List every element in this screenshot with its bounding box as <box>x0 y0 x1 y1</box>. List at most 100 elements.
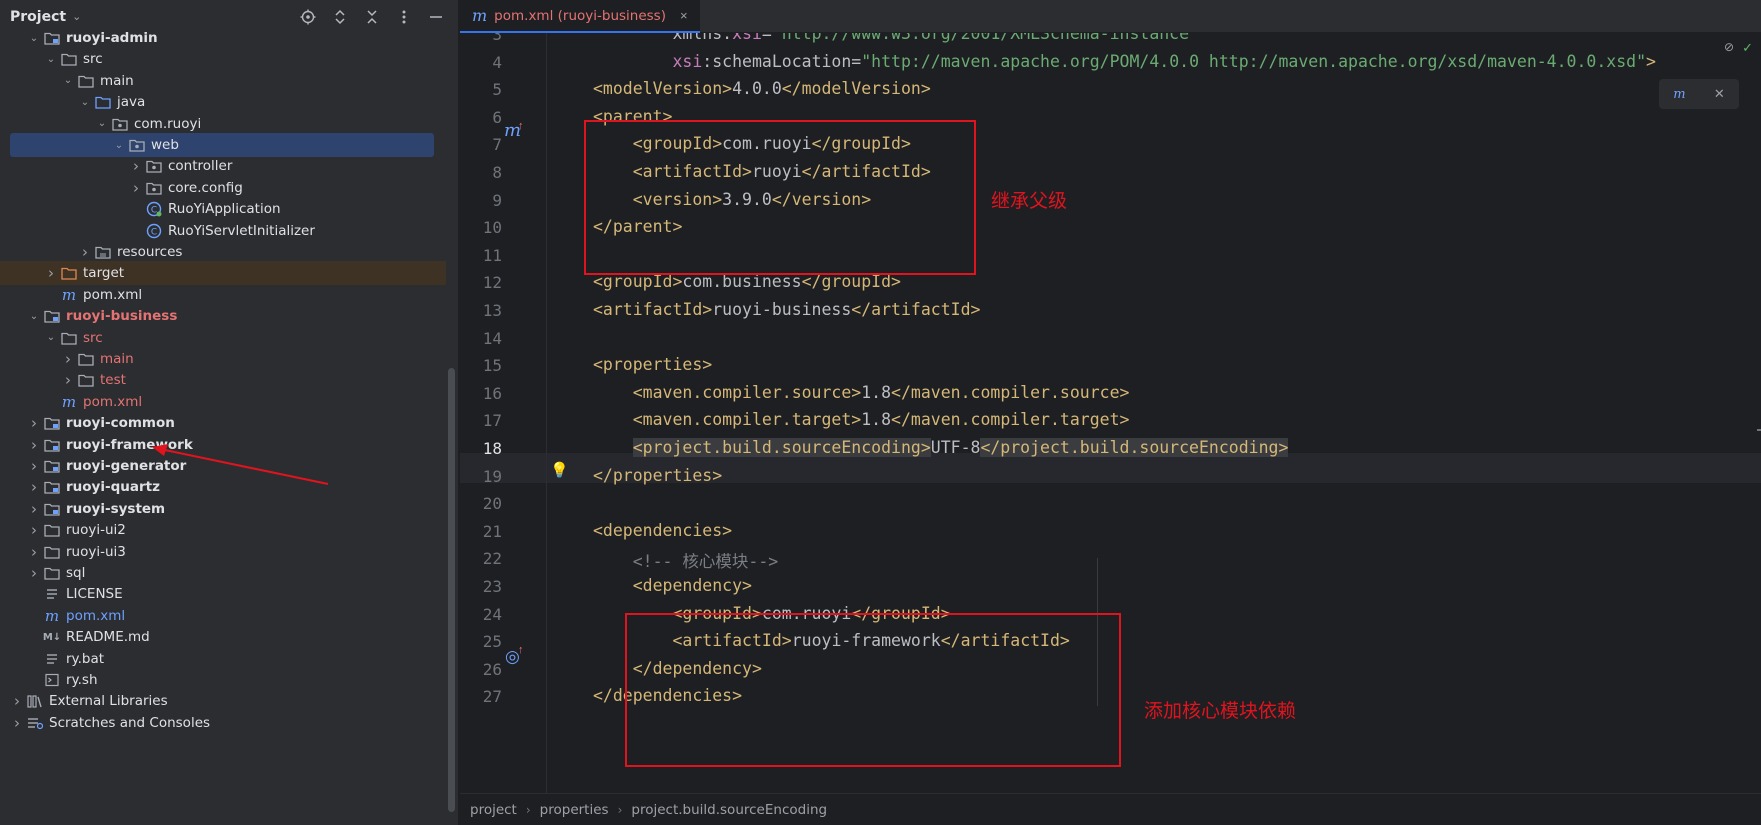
code-line[interactable]: <dependencies> <box>593 521 732 540</box>
chevron-right-icon[interactable]: › <box>27 564 41 582</box>
chevron-right-icon[interactable]: › <box>27 543 41 561</box>
editor-tab-pom-xml[interactable]: m pom.xml (ruoyi-business) × <box>460 0 700 33</box>
tree-item[interactable]: › sql <box>0 561 446 585</box>
code-line[interactable]: <dependency> <box>593 576 752 595</box>
tree-item[interactable]: › ruoyi-system <box>0 497 446 521</box>
breadcrumb-item[interactable]: properties <box>540 802 609 818</box>
chevron-right-icon[interactable]: › <box>27 457 41 475</box>
tree-item[interactable]: › External Libraries <box>0 689 446 713</box>
chevron-right-icon[interactable]: › <box>129 157 143 175</box>
chevron-right-icon[interactable]: › <box>129 179 143 197</box>
code-line[interactable]: <maven.compiler.source>1.8</maven.compil… <box>593 383 1130 402</box>
lightbulb-icon[interactable]: 💡 <box>550 461 569 479</box>
source-folder-icon <box>95 94 111 110</box>
tree-item[interactable]: › controller <box>0 154 446 178</box>
code-line[interactable]: <modelVersion>4.0.0</modelVersion> <box>593 79 931 98</box>
code-line[interactable]: <properties> <box>593 355 712 374</box>
project-panel-title[interactable]: Project <box>10 9 66 25</box>
chevron-down-icon[interactable]: ⌄ <box>27 33 41 44</box>
folder-icon <box>61 330 77 346</box>
breadcrumb-item[interactable]: project <box>470 802 517 818</box>
chevron-down-icon[interactable]: ⌄ <box>27 311 41 322</box>
tree-item[interactable]: › ruoyi-ui3 <box>0 540 446 564</box>
code-line[interactable]: </properties> <box>593 466 722 485</box>
line-number: 21 <box>482 521 502 541</box>
code-line[interactable]: <artifactId>ruoyi-business</artifactId> <box>593 300 980 319</box>
tree-item[interactable]: › target <box>0 261 446 286</box>
chevron-right-icon[interactable]: › <box>27 436 41 454</box>
chevron-right-icon[interactable]: › <box>61 371 75 389</box>
line-number: 22 <box>482 549 502 569</box>
checkmark-icon[interactable]: ✓ <box>1742 40 1753 56</box>
tree-item[interactable]: › ruoyi-ui2 <box>0 518 446 542</box>
scratches-icon <box>27 715 43 731</box>
expand-all-icon[interactable] <box>331 8 349 26</box>
tree-item[interactable]: ⌄ ruoyi-admin <box>0 26 446 50</box>
project-tree-scrollbar[interactable] <box>448 368 455 812</box>
chevron-down-icon[interactable]: ⌄ <box>112 140 126 151</box>
chevron-down-icon[interactable]: ⌄ <box>61 75 75 86</box>
tree-item[interactable]: ⌄ main <box>0 69 446 93</box>
maven-reload-icon[interactable]: m <box>1673 87 1685 102</box>
tree-item[interactable]: m pom.xml <box>0 604 446 628</box>
tree-item[interactable]: › ruoyi-common <box>0 411 446 435</box>
chevron-down-icon[interactable]: ⌄ <box>78 97 92 108</box>
code-line[interactable]: <!-- 核心模块--> <box>593 548 778 572</box>
tree-item[interactable]: › test <box>0 368 446 392</box>
tree-item[interactable]: › ruoyi-framework <box>0 433 446 457</box>
chevron-down-icon[interactable]: ⌄ <box>44 332 58 343</box>
tree-item[interactable]: LICENSE <box>0 582 446 606</box>
chevron-down-icon[interactable]: ⌄ <box>44 54 58 65</box>
code-line[interactable]: xsi:schemaLocation="http://maven.apache.… <box>593 52 1655 71</box>
more-options-icon[interactable] <box>395 8 413 26</box>
tree-item[interactable]: › main <box>0 347 446 371</box>
chevron-right-icon[interactable]: › <box>44 264 58 282</box>
chevron-right-icon[interactable]: › <box>27 478 41 496</box>
chevron-right-icon[interactable]: › <box>78 243 92 261</box>
tree-item[interactable]: C RuoYiApplication <box>0 197 446 221</box>
tree-item[interactable]: ⌄ ruoyi-business <box>0 304 446 328</box>
code-line[interactable]: <project.build.sourceEncoding>UTF-8</pro… <box>593 438 1289 457</box>
tree-item[interactable]: ⌄ src <box>0 326 446 350</box>
chevron-right-icon[interactable]: › <box>61 350 75 368</box>
tree-item[interactable]: › Scratches and Consoles <box>0 711 446 735</box>
breadcrumb-item[interactable]: project.build.sourceEncoding <box>631 802 827 818</box>
code-line[interactable]: <groupId>com.business</groupId> <box>593 272 901 291</box>
locate-file-icon[interactable] <box>299 8 317 26</box>
editor-scrollbar[interactable] <box>1755 33 1761 793</box>
tree-item[interactable]: ⌄ src <box>0 47 446 71</box>
chevron-down-icon[interactable]: ⌄ <box>95 118 109 129</box>
close-icon[interactable]: ✕ <box>1714 86 1725 102</box>
line-number: 9 <box>492 190 502 210</box>
tree-item[interactable]: › resources <box>0 240 446 264</box>
chevron-right-icon[interactable]: › <box>27 414 41 432</box>
reader-mode-icon[interactable]: ⊘ <box>1724 40 1734 56</box>
tree-item[interactable]: m pom.xml <box>0 283 446 307</box>
collapse-all-icon[interactable] <box>363 8 381 26</box>
code-line[interactable]: xmlns:xsi="http://www.w3.org/2001/XMLSch… <box>593 33 1199 43</box>
tree-item[interactable]: › ruoyi-generator <box>0 454 446 478</box>
close-icon[interactable]: × <box>680 8 688 23</box>
chevron-right-icon[interactable]: › <box>10 714 24 732</box>
tree-item[interactable]: ⌄ com.ruoyi <box>0 112 446 136</box>
module-folder-icon <box>44 30 60 46</box>
chevron-down-icon[interactable]: ⌄ <box>72 10 81 23</box>
chevron-right-icon[interactable]: › <box>27 521 41 539</box>
tree-item[interactable]: ry.sh <box>0 668 446 692</box>
tree-item-label: pom.xml <box>83 393 143 410</box>
code-line[interactable]: <maven.compiler.target>1.8</maven.compil… <box>593 410 1130 429</box>
tree-item[interactable]: C RuoYiServletInitializer <box>0 219 446 243</box>
tree-item[interactable]: M↓ README.md <box>0 625 446 649</box>
chevron-right-icon[interactable]: › <box>10 692 24 710</box>
tree-item[interactable]: ⌄ java <box>0 90 446 114</box>
chevron-right-icon[interactable]: › <box>27 500 41 518</box>
tree-item-label: sql <box>66 565 86 581</box>
tree-item[interactable]: › core.config <box>0 176 446 200</box>
tree-item[interactable]: › ruoyi-quartz <box>0 475 446 499</box>
tree-item[interactable]: m pom.xml <box>0 390 446 414</box>
maven-icon: m <box>61 392 77 411</box>
minimize-icon[interactable] <box>427 8 445 26</box>
tree-item[interactable]: ⌄ web <box>10 133 434 157</box>
tree-item[interactable]: ry.bat <box>0 647 446 671</box>
